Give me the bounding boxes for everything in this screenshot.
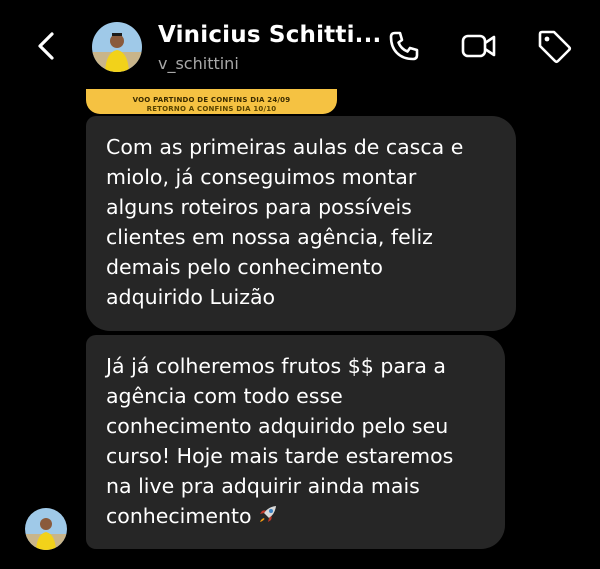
message-line: curso! Hoje mais tarde estaremos (106, 444, 454, 468)
chevron-left-icon[interactable] (32, 28, 64, 64)
sender-avatar[interactable] (25, 508, 67, 550)
message-bubble[interactable]: Já já colheremos frutos $$ para a agênci… (86, 335, 505, 549)
story-reply-preview[interactable]: VOO PARTINDO DE CONFINS DIA 24/09 RETORN… (86, 89, 337, 114)
phone-icon[interactable] (384, 26, 424, 66)
message-line: adquirido Luizão (106, 285, 276, 309)
message-line: miolo, já conseguimos montar (106, 165, 417, 189)
contact-name[interactable]: Vinicius Schitti... (158, 22, 381, 48)
message-bubble[interactable]: Com as primeiras aulas de casca e miolo,… (86, 116, 516, 331)
message-line: Com as primeiras aulas de casca e (106, 135, 464, 159)
message-line: conhecimento adquirido pelo seu (106, 414, 449, 438)
chat-header: Vinicius Schitti... v_schittini (0, 0, 600, 88)
message-line: alguns roteiros para possíveis (106, 195, 412, 219)
message-line: na live pra adquirir ainda mais (106, 474, 420, 498)
message-line: Já já colheremos frutos $$ para a (106, 354, 446, 378)
video-camera-icon[interactable] (459, 26, 499, 66)
story-text-line: RETORNO A CONFINS DIA 10/10 (146, 105, 277, 113)
tag-icon[interactable] (534, 26, 574, 66)
rocket-icon (259, 506, 276, 522)
message-line: agência com todo esse (106, 384, 343, 408)
message-line: clientes em nossa agência, feliz (106, 225, 433, 249)
message-line-text: conhecimento (106, 504, 252, 528)
message-line: demais pelo conhecimento (106, 255, 383, 279)
story-text-line: VOO PARTINDO DE CONFINS DIA 24/09 (132, 96, 291, 104)
message-line-last: conhecimento (106, 501, 485, 531)
avatar[interactable] (92, 22, 142, 72)
contact-username: v_schittini (158, 54, 239, 73)
